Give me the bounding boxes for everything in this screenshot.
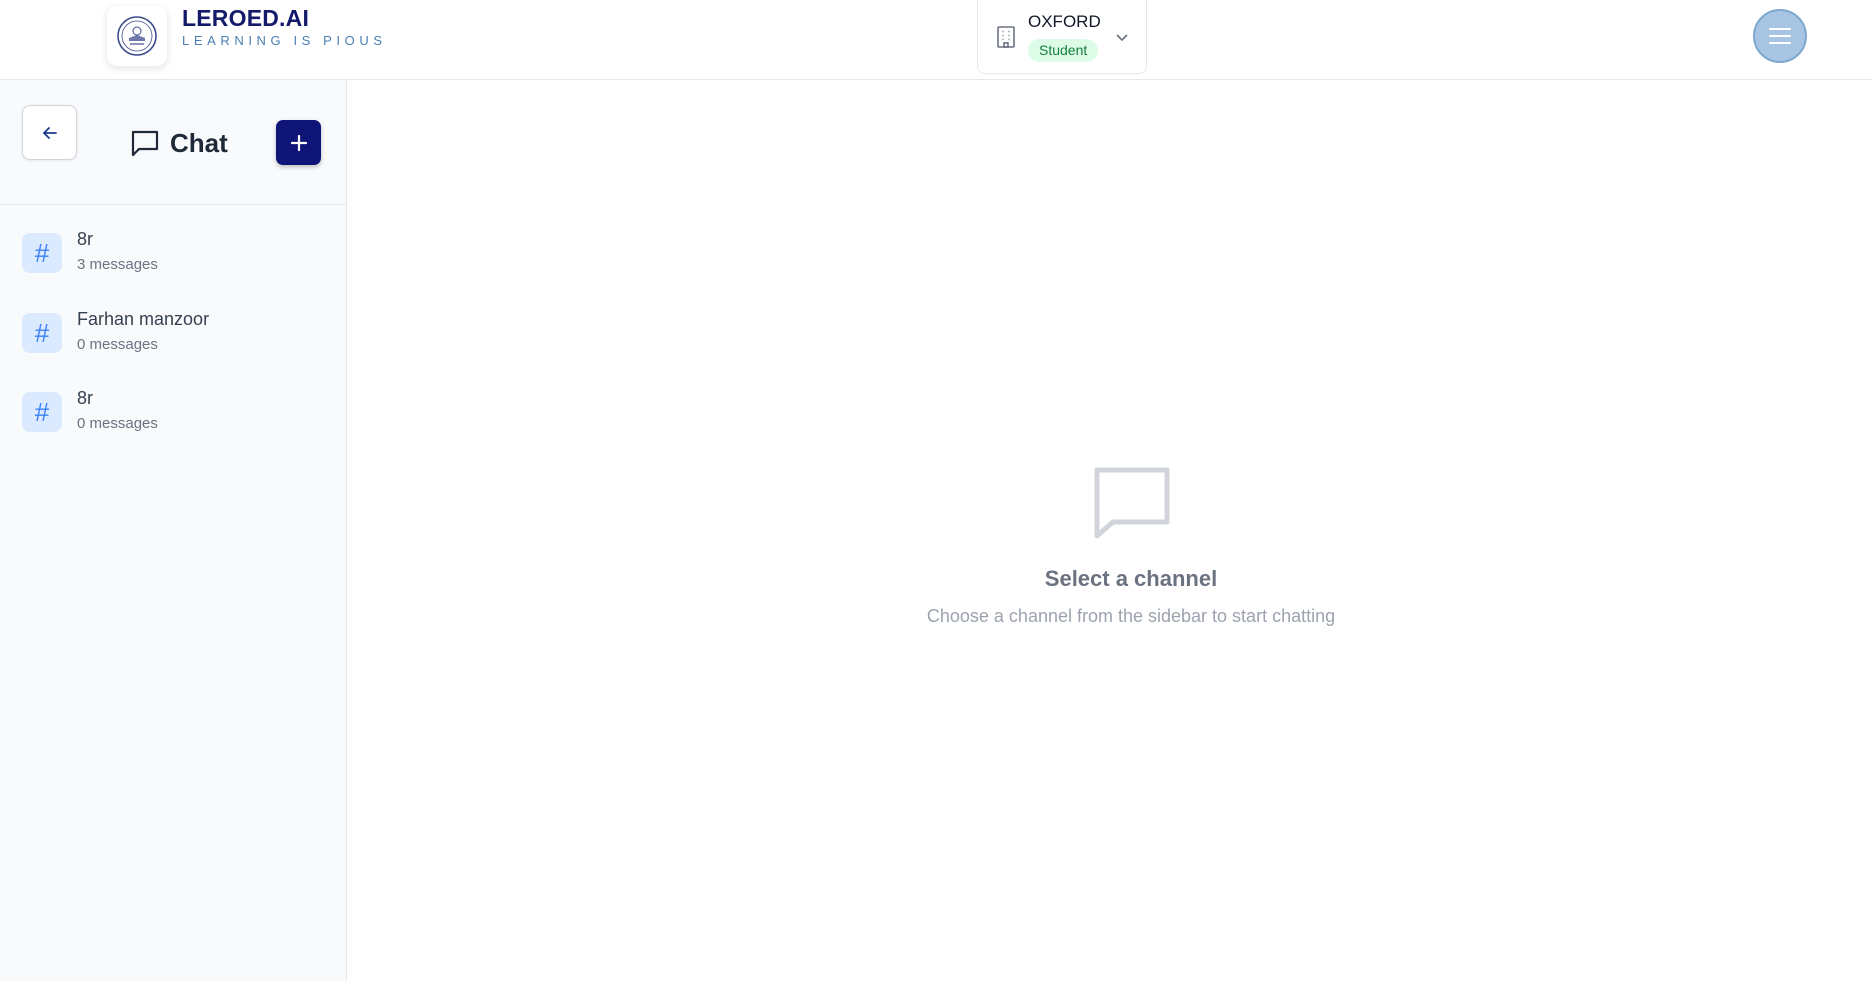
hamburger-menu-icon: [1769, 28, 1791, 44]
channel-message-count: 0 messages: [77, 415, 158, 432]
channel-name: 8r: [77, 229, 94, 249]
brand-title: LEROED.AI: [182, 5, 310, 31]
chat-sidebar: Chat # 8r 3 messages # Farhan manzoor 0 …: [0, 80, 347, 981]
channel-message-count: 0 messages: [77, 336, 158, 353]
brand-tagline: LEARNING IS PIOUS: [182, 33, 387, 48]
chat-bubble-icon: [1093, 466, 1171, 545]
app-logo[interactable]: [107, 6, 167, 66]
building-icon: [995, 25, 1017, 54]
sidebar-title: Chat: [170, 127, 228, 158]
empty-state-subtitle: Choose a channel from the sidebar to sta…: [926, 606, 1336, 626]
chat-main-area: [347, 80, 1872, 981]
empty-state-title: Select a channel: [1044, 566, 1218, 591]
channel-message-count: 3 messages: [77, 256, 158, 273]
top-header: LEROED.AI LEARNING IS PIOUS OXFORD Stude…: [0, 0, 1872, 80]
channel-name: 8r: [77, 388, 94, 408]
leroed-logo-icon: [117, 16, 157, 56]
organization-switcher[interactable]: OXFORD Student: [977, 0, 1147, 74]
organization-name: OXFORD: [1028, 12, 1101, 31]
channel-item[interactable]: # 8r 3 messages: [0, 221, 346, 291]
new-channel-button[interactable]: [276, 120, 321, 165]
hash-icon: #: [22, 233, 62, 273]
arrow-left-icon: [42, 126, 57, 139]
sidebar-title-group: Chat: [130, 126, 228, 160]
message-square-icon: [131, 130, 159, 157]
channel-item[interactable]: # Farhan manzoor 0 messages: [0, 301, 346, 371]
back-button[interactable]: [22, 105, 77, 160]
sidebar-header: Chat: [0, 80, 346, 205]
channel-name: Farhan manzoor: [77, 309, 210, 329]
main-menu-button[interactable]: [1753, 9, 1807, 63]
hash-icon: #: [22, 392, 62, 432]
hash-icon: #: [22, 313, 62, 353]
channel-item[interactable]: # 8r 0 messages: [0, 380, 346, 450]
chevron-down-icon: [1115, 30, 1129, 48]
role-badge: Student: [1028, 39, 1099, 62]
plus-icon: [290, 134, 307, 151]
